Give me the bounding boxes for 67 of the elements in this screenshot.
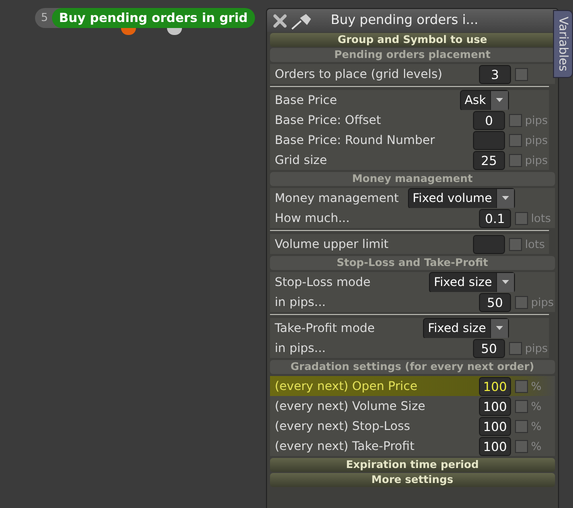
window-title: Buy pending orders i...: [330, 13, 478, 28]
unit-label: pips: [525, 134, 548, 146]
unit-label: %: [531, 380, 542, 392]
dropdown[interactable]: Fixed size: [422, 318, 509, 338]
field-label: Take-Profit mode: [274, 321, 376, 335]
pin-icon[interactable]: [290, 12, 313, 30]
field-label: (every next) Stop-Loss: [274, 419, 412, 433]
field-label: Volume upper limit: [274, 237, 390, 251]
input-field[interactable]: 0: [473, 110, 505, 130]
checkbox[interactable]: [509, 238, 522, 250]
caret-icon: [502, 280, 509, 284]
unit-label: pips: [525, 114, 548, 126]
input-field[interactable]: 50: [473, 338, 505, 358]
checkbox[interactable]: [509, 342, 522, 354]
input-field[interactable]: 100: [479, 436, 511, 456]
caret-icon: [502, 196, 509, 200]
unit-label: lots: [531, 212, 551, 224]
node-title[interactable]: Buy pending orders in grid: [52, 8, 255, 28]
checkbox[interactable]: [509, 154, 522, 166]
checkbox[interactable]: [509, 114, 522, 126]
checkbox[interactable]: [515, 380, 528, 392]
input-field[interactable]: 100: [479, 416, 511, 436]
checkbox[interactable]: [515, 212, 528, 224]
unit-label: pips: [525, 342, 548, 354]
input-field[interactable]: 50: [479, 292, 511, 312]
variables-tab[interactable]: Variables: [553, 10, 573, 78]
unit-label: pips: [525, 154, 548, 166]
field-label: Orders to place (grid levels): [274, 67, 444, 81]
checkbox[interactable]: [509, 134, 522, 146]
field-label: Base Price: Offset: [274, 113, 382, 127]
unit-label: lots: [525, 238, 545, 250]
input-field[interactable]: 3: [479, 64, 511, 84]
dropdown[interactable]: Fixed volume: [408, 188, 515, 208]
field-label: Base Price: [274, 93, 338, 107]
checkbox[interactable]: [515, 68, 528, 80]
caret-icon: [496, 326, 503, 330]
input-field[interactable]: [473, 234, 505, 254]
field-label: in pips...: [274, 341, 327, 355]
field-label: Grid size: [274, 153, 328, 167]
checkbox[interactable]: [515, 440, 528, 452]
field-label: in pips...: [274, 295, 327, 309]
field-label: (every next) Take-Profit: [274, 439, 416, 453]
input-field[interactable]: 100: [479, 376, 511, 396]
section-header[interactable]: More settings: [270, 473, 555, 487]
field-label: (every next) Volume Size: [274, 399, 426, 413]
unit-label: %: [531, 420, 542, 432]
unit-label: %: [531, 400, 542, 412]
unit-label: pips: [531, 296, 554, 308]
unit-label: %: [531, 440, 542, 452]
field-label: Base Price: Round Number: [274, 133, 436, 147]
dropdown[interactable]: Ask: [460, 90, 509, 110]
checkbox[interactable]: [515, 296, 528, 308]
field-label: Money management: [274, 191, 400, 205]
input-field[interactable]: 0.1: [479, 208, 511, 228]
caret-icon: [496, 98, 503, 102]
close-icon[interactable]: [272, 14, 287, 28]
input-field[interactable]: 100: [479, 396, 511, 416]
section-header[interactable]: Expiration time period: [270, 458, 555, 472]
section-header[interactable]: Group and Symbol to use: [270, 33, 555, 47]
input-field[interactable]: [473, 130, 505, 150]
field-label: (every next) Open Price: [274, 379, 418, 393]
field-label: Stop-Loss mode: [274, 275, 372, 289]
input-field[interactable]: 25: [473, 150, 505, 170]
field-label: How much...: [274, 211, 351, 225]
dropdown[interactable]: Fixed size: [428, 272, 515, 292]
checkbox[interactable]: [515, 400, 528, 412]
checkbox[interactable]: [515, 420, 528, 432]
